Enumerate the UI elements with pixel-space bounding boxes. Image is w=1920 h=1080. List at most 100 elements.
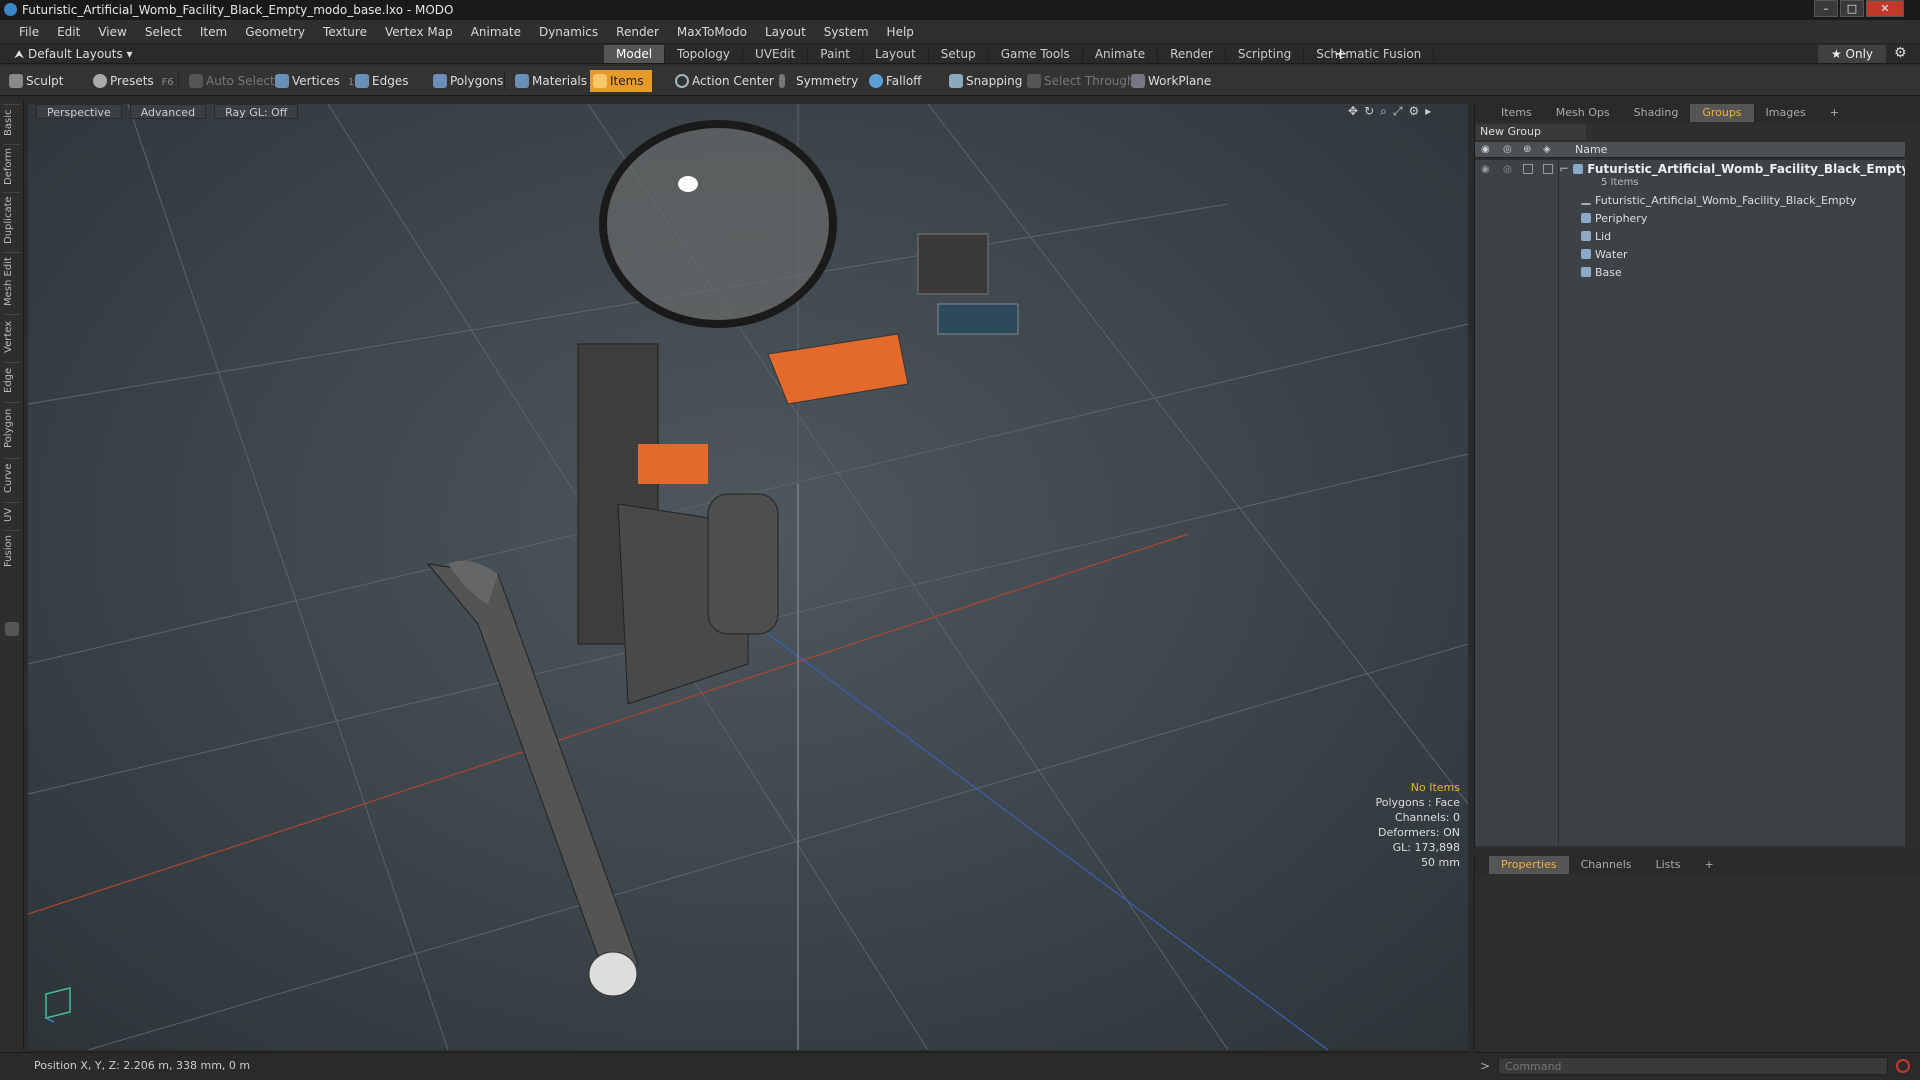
tree-item-periphery[interactable]: Periphery xyxy=(1559,210,1905,228)
snapping-button[interactable]: Snapping xyxy=(946,70,1022,92)
record-icon[interactable] xyxy=(1896,1059,1910,1073)
layout-selector[interactable]: ⮝ Default Layouts ▾ xyxy=(14,44,133,64)
edges-button[interactable]: Edges2 xyxy=(352,70,441,92)
womb-facility-model[interactable] xyxy=(426,120,1019,997)
vtab-curve[interactable]: Curve xyxy=(3,458,21,498)
zoom-icon[interactable]: ⌕ xyxy=(1380,104,1393,118)
tab-setup[interactable]: Setup xyxy=(929,45,989,63)
tree-item-base[interactable]: Base xyxy=(1559,264,1905,282)
tab-scripting[interactable]: Scripting xyxy=(1226,45,1305,63)
3d-viewport[interactable]: No Items Polygons : Face Channels: 0 Def… xyxy=(28,104,1468,1050)
workplane-icon xyxy=(1131,74,1145,88)
tree-header: ◉ ◎ ⊕ ◈ Name xyxy=(1475,142,1905,158)
tab-game-tools[interactable]: Game Tools xyxy=(989,45,1083,63)
add-properties-tab-icon[interactable]: + xyxy=(1692,856,1725,874)
tab-model[interactable]: Model xyxy=(604,45,666,63)
menu-help[interactable]: Help xyxy=(878,25,923,39)
materials-button[interactable]: Materials xyxy=(512,70,587,92)
lock-column-icon[interactable]: ⊕ xyxy=(1523,144,1531,155)
auto-select-button[interactable]: Auto Select xyxy=(186,70,275,92)
viewport-menu-icon[interactable]: ▸ xyxy=(1425,104,1437,118)
tab-mesh-ops[interactable]: Mesh Ops xyxy=(1544,104,1622,122)
tab-animate[interactable]: Animate xyxy=(1083,45,1159,63)
menu-view[interactable]: View xyxy=(89,25,135,39)
tree-item-water[interactable]: Water xyxy=(1559,246,1905,264)
vtab-uv[interactable]: UV xyxy=(3,502,21,526)
vtab-deform[interactable]: Deform xyxy=(3,144,21,188)
rotate-icon[interactable]: ↻ xyxy=(1364,104,1380,118)
close-button[interactable]: ✕ xyxy=(1866,0,1904,17)
select-through-button[interactable]: Select Through xyxy=(1024,70,1135,92)
action-center-button[interactable]: Action Center xyxy=(672,70,774,92)
row-lock-checkbox[interactable] xyxy=(1523,164,1533,174)
falloff-button[interactable]: Falloff xyxy=(866,70,921,92)
tab-schematic-fusion[interactable]: Schematic Fusion xyxy=(1304,45,1435,63)
vtab-vertex[interactable]: Vertex xyxy=(3,314,21,358)
tab-items[interactable]: Items xyxy=(1489,104,1544,122)
menu-item[interactable]: Item xyxy=(191,25,236,39)
strip-toggle-icon[interactable] xyxy=(5,622,19,636)
view-style-button[interactable]: Advanced xyxy=(129,104,207,119)
menu-file[interactable]: File xyxy=(10,25,48,39)
presets-button[interactable]: Presets F6 xyxy=(90,70,174,92)
pan-icon[interactable]: ✥ xyxy=(1348,104,1364,118)
viewport-header: Perspective Advanced Ray GL: Off xyxy=(28,104,1468,120)
tab-groups[interactable]: Groups xyxy=(1690,104,1754,122)
workplane-button[interactable]: WorkPlane xyxy=(1128,70,1211,92)
minimize-button[interactable]: – xyxy=(1814,0,1838,17)
tab-topology[interactable]: Topology xyxy=(665,45,744,63)
menu-layout[interactable]: Layout xyxy=(756,25,815,39)
view-perspective-button[interactable]: Perspective xyxy=(36,104,122,119)
new-group-button[interactable]: New Group xyxy=(1476,124,1586,140)
sculpt-button[interactable]: Sculpt xyxy=(6,70,63,92)
row-eye-icon[interactable]: ◉ xyxy=(1481,164,1490,175)
items-button[interactable]: Items xyxy=(590,70,652,92)
tab-lists[interactable]: Lists xyxy=(1644,856,1693,874)
menu-system[interactable]: System xyxy=(815,25,878,39)
row-select-checkbox[interactable] xyxy=(1543,164,1553,174)
tree-item-mesh[interactable]: Futuristic_Artificial_Womb_Facility_Blac… xyxy=(1559,192,1905,210)
tab-channels[interactable]: Channels xyxy=(1569,856,1644,874)
hud-scale: 50 mm xyxy=(1421,856,1460,869)
vtab-mesh-edit[interactable]: Mesh Edit xyxy=(3,252,21,310)
add-tab-icon[interactable]: + xyxy=(1334,44,1347,64)
gear-icon[interactable]: ⚙ xyxy=(1894,45,1907,61)
maximize-button[interactable]: □ xyxy=(1840,0,1864,17)
menu-edit[interactable]: Edit xyxy=(48,25,89,39)
menu-geometry[interactable]: Geometry xyxy=(236,25,314,39)
render-column-icon[interactable]: ◎ xyxy=(1503,144,1512,155)
tab-render[interactable]: Render xyxy=(1158,45,1226,63)
tab-paint[interactable]: Paint xyxy=(808,45,863,63)
symmetry-button[interactable]: Symmetry xyxy=(776,70,858,92)
menu-render[interactable]: Render xyxy=(607,25,668,39)
vertices-button[interactable]: Vertices 1 xyxy=(272,70,354,92)
tab-images[interactable]: Images xyxy=(1754,104,1818,122)
menu-dynamics[interactable]: Dynamics xyxy=(530,25,607,39)
vtab-edge[interactable]: Edge xyxy=(3,362,21,398)
tab-layout[interactable]: Layout xyxy=(863,45,929,63)
raygl-button[interactable]: Ray GL: Off xyxy=(214,104,299,119)
polygons-button[interactable]: Polygons xyxy=(430,70,503,92)
select-column-icon[interactable]: ◈ xyxy=(1543,144,1551,155)
tree-item-lid[interactable]: Lid xyxy=(1559,228,1905,246)
command-input[interactable] xyxy=(1498,1057,1888,1075)
add-panel-tab-icon[interactable]: + xyxy=(1818,104,1851,122)
menu-animate[interactable]: Animate xyxy=(462,25,530,39)
menu-select[interactable]: Select xyxy=(136,25,191,39)
tab-shading[interactable]: Shading xyxy=(1622,104,1691,122)
row-render-icon[interactable]: ◎ xyxy=(1503,164,1512,175)
tab-uvedit[interactable]: UVEdit xyxy=(743,45,809,63)
fit-icon[interactable]: ⤢ xyxy=(1393,104,1409,118)
column-name[interactable]: Name xyxy=(1575,142,1607,158)
menu-texture[interactable]: Texture xyxy=(314,25,376,39)
only-toggle[interactable]: ★ Only xyxy=(1818,45,1886,63)
vtab-polygon[interactable]: Polygon xyxy=(3,402,21,454)
tab-properties[interactable]: Properties xyxy=(1489,856,1569,874)
vtab-fusion[interactable]: Fusion xyxy=(3,530,21,572)
menu-maxtomodo[interactable]: MaxToModo xyxy=(668,25,756,39)
visibility-column-eye-icon[interactable]: ◉ xyxy=(1481,144,1490,155)
menu-vertex-map[interactable]: Vertex Map xyxy=(376,25,462,39)
vtab-duplicate[interactable]: Duplicate xyxy=(3,192,21,248)
viewport-gear-icon[interactable]: ⚙ xyxy=(1408,104,1425,118)
vtab-basic[interactable]: Basic xyxy=(3,104,21,140)
